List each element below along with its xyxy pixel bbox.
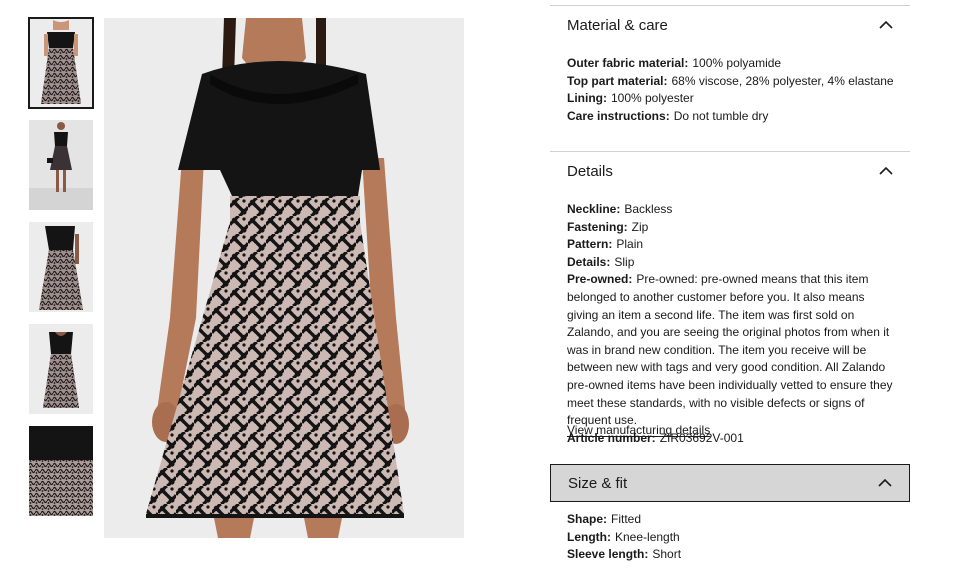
attr-length: Length: Knee-length xyxy=(567,529,680,544)
attr-care: Care instructions: Do not tumble dry xyxy=(567,108,769,123)
material-care-attributes: Outer fabric material: 100% polyamide Top… xyxy=(567,55,897,125)
thumbnail-4[interactable] xyxy=(29,324,93,414)
product-main-image[interactable] xyxy=(104,18,464,538)
view-manufacturing-details-link[interactable]: View manufacturing details xyxy=(567,423,710,437)
material-care-header[interactable]: Material & care xyxy=(550,6,910,44)
attr-sleeve-length: Sleeve length: Short xyxy=(567,547,682,562)
chevron-up-icon xyxy=(878,478,892,487)
thumbnail-image-4 xyxy=(29,324,93,414)
attr-neckline: Neckline: Backless xyxy=(567,202,673,216)
size-fit-title: Size & fit xyxy=(568,474,628,492)
thumbnail-image-3 xyxy=(29,222,93,312)
attr-pattern: Pattern: Plain xyxy=(567,237,644,252)
thumbnail-image-5 xyxy=(29,426,93,516)
attr-outer-fabric: Outer fabric material: 100% polyamide xyxy=(567,56,782,70)
chevron-up-icon xyxy=(879,166,893,175)
thumbnail-image-2 xyxy=(29,120,93,210)
details-header[interactable]: Details xyxy=(550,152,910,190)
attr-fastening: Fastening: Zip xyxy=(567,219,649,234)
attr-lining: Lining: 100% polyester xyxy=(567,91,694,106)
thumbnail-5[interactable] xyxy=(29,426,93,516)
dress-photo xyxy=(104,18,464,538)
chevron-up-icon xyxy=(879,20,893,29)
details-attributes: Neckline: Backless Fastening: Zip Pattern:… xyxy=(567,201,897,447)
thumbnail-1[interactable] xyxy=(28,17,94,109)
thumbnail-3[interactable] xyxy=(29,222,93,312)
size-fit-header[interactable]: Size & fit xyxy=(550,464,910,502)
attr-top-part: Top part material: 68% viscose, 28% polye… xyxy=(567,73,894,88)
details-title: Details xyxy=(567,162,613,180)
material-care-title: Material & care xyxy=(567,16,668,34)
attr-shape: Shape: Fitted xyxy=(567,512,642,526)
thumbnail-2[interactable] xyxy=(29,120,93,210)
thumbnail-image-1 xyxy=(29,18,93,108)
attr-pre-owned: Pre-owned: Pre-owned: pre-owned means tha… xyxy=(567,272,893,428)
attr-details: Details: Slip xyxy=(567,254,635,269)
size-fit-attributes: Shape: Fitted Length: Knee-length Sleeve l… xyxy=(567,511,897,564)
